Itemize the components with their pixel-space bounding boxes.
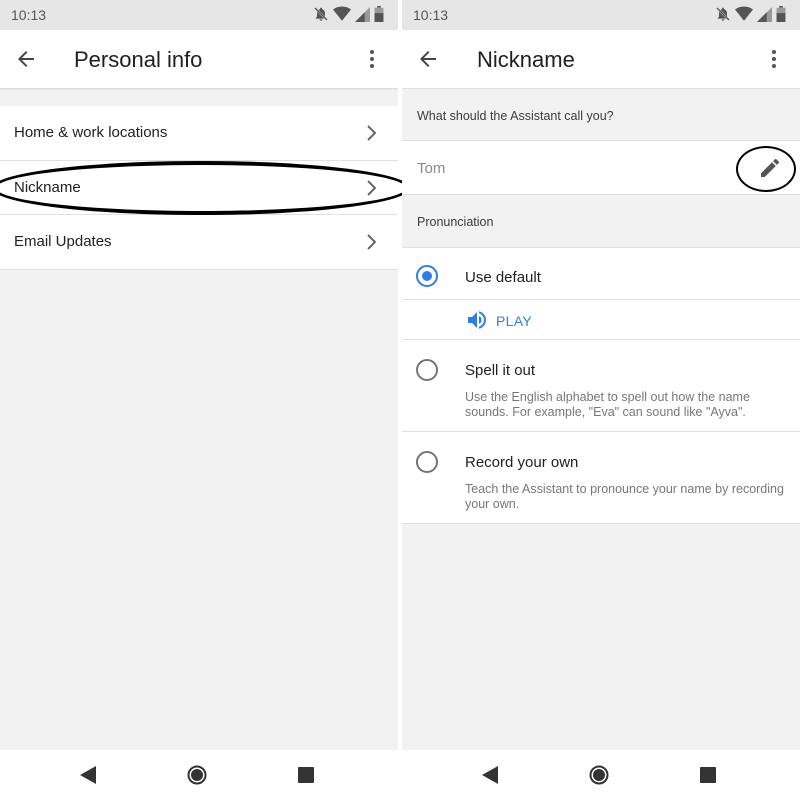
- option-record-your-own[interactable]: Record your own Teach the Assistant to p…: [402, 432, 800, 524]
- nav-recents-icon[interactable]: [700, 767, 716, 783]
- nav-back-icon[interactable]: [482, 766, 498, 784]
- personal-info-list: Home & work locations Nickname Email Upd…: [0, 106, 398, 270]
- overflow-menu-icon[interactable]: [360, 47, 384, 71]
- system-nav-bar: [402, 750, 800, 800]
- nickname-screen: 10:13 Nickname What should the Assistant…: [402, 0, 800, 800]
- play-label: PLAY: [496, 313, 532, 329]
- radio-use-default[interactable]: [416, 265, 438, 287]
- status-time: 10:13: [413, 7, 449, 23]
- chevron-right-icon: [367, 125, 376, 141]
- pronunciation-header: Pronunciation: [402, 196, 800, 248]
- nickname-value: Tom: [417, 160, 446, 177]
- menu-item-home-work-locations[interactable]: Home & work locations: [0, 106, 398, 161]
- system-nav-bar: [0, 750, 398, 800]
- mute-icon: [716, 7, 730, 21]
- option-description: Use the English alphabet to spell out ho…: [465, 390, 750, 419]
- mute-icon: [314, 7, 328, 21]
- play-button[interactable]: PLAY: [402, 300, 800, 340]
- status-bar: 10:13: [0, 0, 398, 30]
- option-description: Teach the Assistant to pronounce your na…: [465, 482, 784, 511]
- option-title: Spell it out: [465, 362, 536, 379]
- radio-record-your-own[interactable]: [416, 451, 438, 473]
- menu-item-nickname[interactable]: Nickname: [0, 161, 398, 215]
- pronunciation-title: Pronunciation: [417, 215, 494, 229]
- overflow-menu-icon[interactable]: [762, 47, 786, 71]
- nav-back-icon[interactable]: [80, 766, 96, 784]
- menu-item-label: Home & work locations: [14, 124, 168, 141]
- nav-home-icon[interactable]: [187, 765, 207, 785]
- radio-spell-it-out[interactable]: [416, 359, 438, 381]
- option-title: Use default: [465, 269, 541, 286]
- pencil-icon[interactable]: [758, 156, 782, 180]
- signal-icon: [355, 6, 370, 22]
- pronunciation-options: Use default PLAY Spell it out Use the En…: [402, 248, 800, 524]
- nickname-row[interactable]: Tom: [402, 141, 800, 195]
- app-bar: Personal info: [0, 30, 398, 88]
- chevron-right-icon: [367, 234, 376, 250]
- signal-icon: [757, 6, 772, 22]
- option-title: Record your own: [465, 454, 579, 471]
- chevron-right-icon: [367, 179, 376, 196]
- wifi-icon: [735, 6, 753, 21]
- page-title: Nickname: [477, 47, 575, 72]
- nav-home-icon[interactable]: [589, 765, 609, 785]
- status-icons: [715, 6, 786, 22]
- speaker-icon: [468, 311, 486, 329]
- option-use-default[interactable]: Use default: [402, 248, 800, 300]
- battery-icon: [776, 6, 786, 22]
- battery-icon: [374, 6, 384, 22]
- menu-item-label: Email Updates: [14, 233, 112, 250]
- menu-item-email-updates[interactable]: Email Updates: [0, 215, 398, 270]
- back-arrow-icon[interactable]: [416, 47, 440, 71]
- menu-item-label: Nickname: [14, 178, 81, 196]
- status-icons: [313, 6, 384, 22]
- personal-info-screen: 10:13 Personal info Home & work location…: [0, 0, 398, 800]
- nav-recents-icon[interactable]: [298, 767, 314, 783]
- status-bar: 10:13: [402, 0, 800, 30]
- status-time: 10:13: [11, 7, 47, 23]
- question-text: What should the Assistant call you?: [417, 109, 614, 123]
- option-spell-it-out[interactable]: Spell it out Use the English alphabet to…: [402, 340, 800, 432]
- question-header: What should the Assistant call you?: [402, 89, 800, 141]
- app-bar: Nickname: [402, 30, 800, 88]
- page-title: Personal info: [74, 47, 203, 72]
- back-arrow-icon[interactable]: [14, 47, 38, 71]
- wifi-icon: [333, 6, 351, 21]
